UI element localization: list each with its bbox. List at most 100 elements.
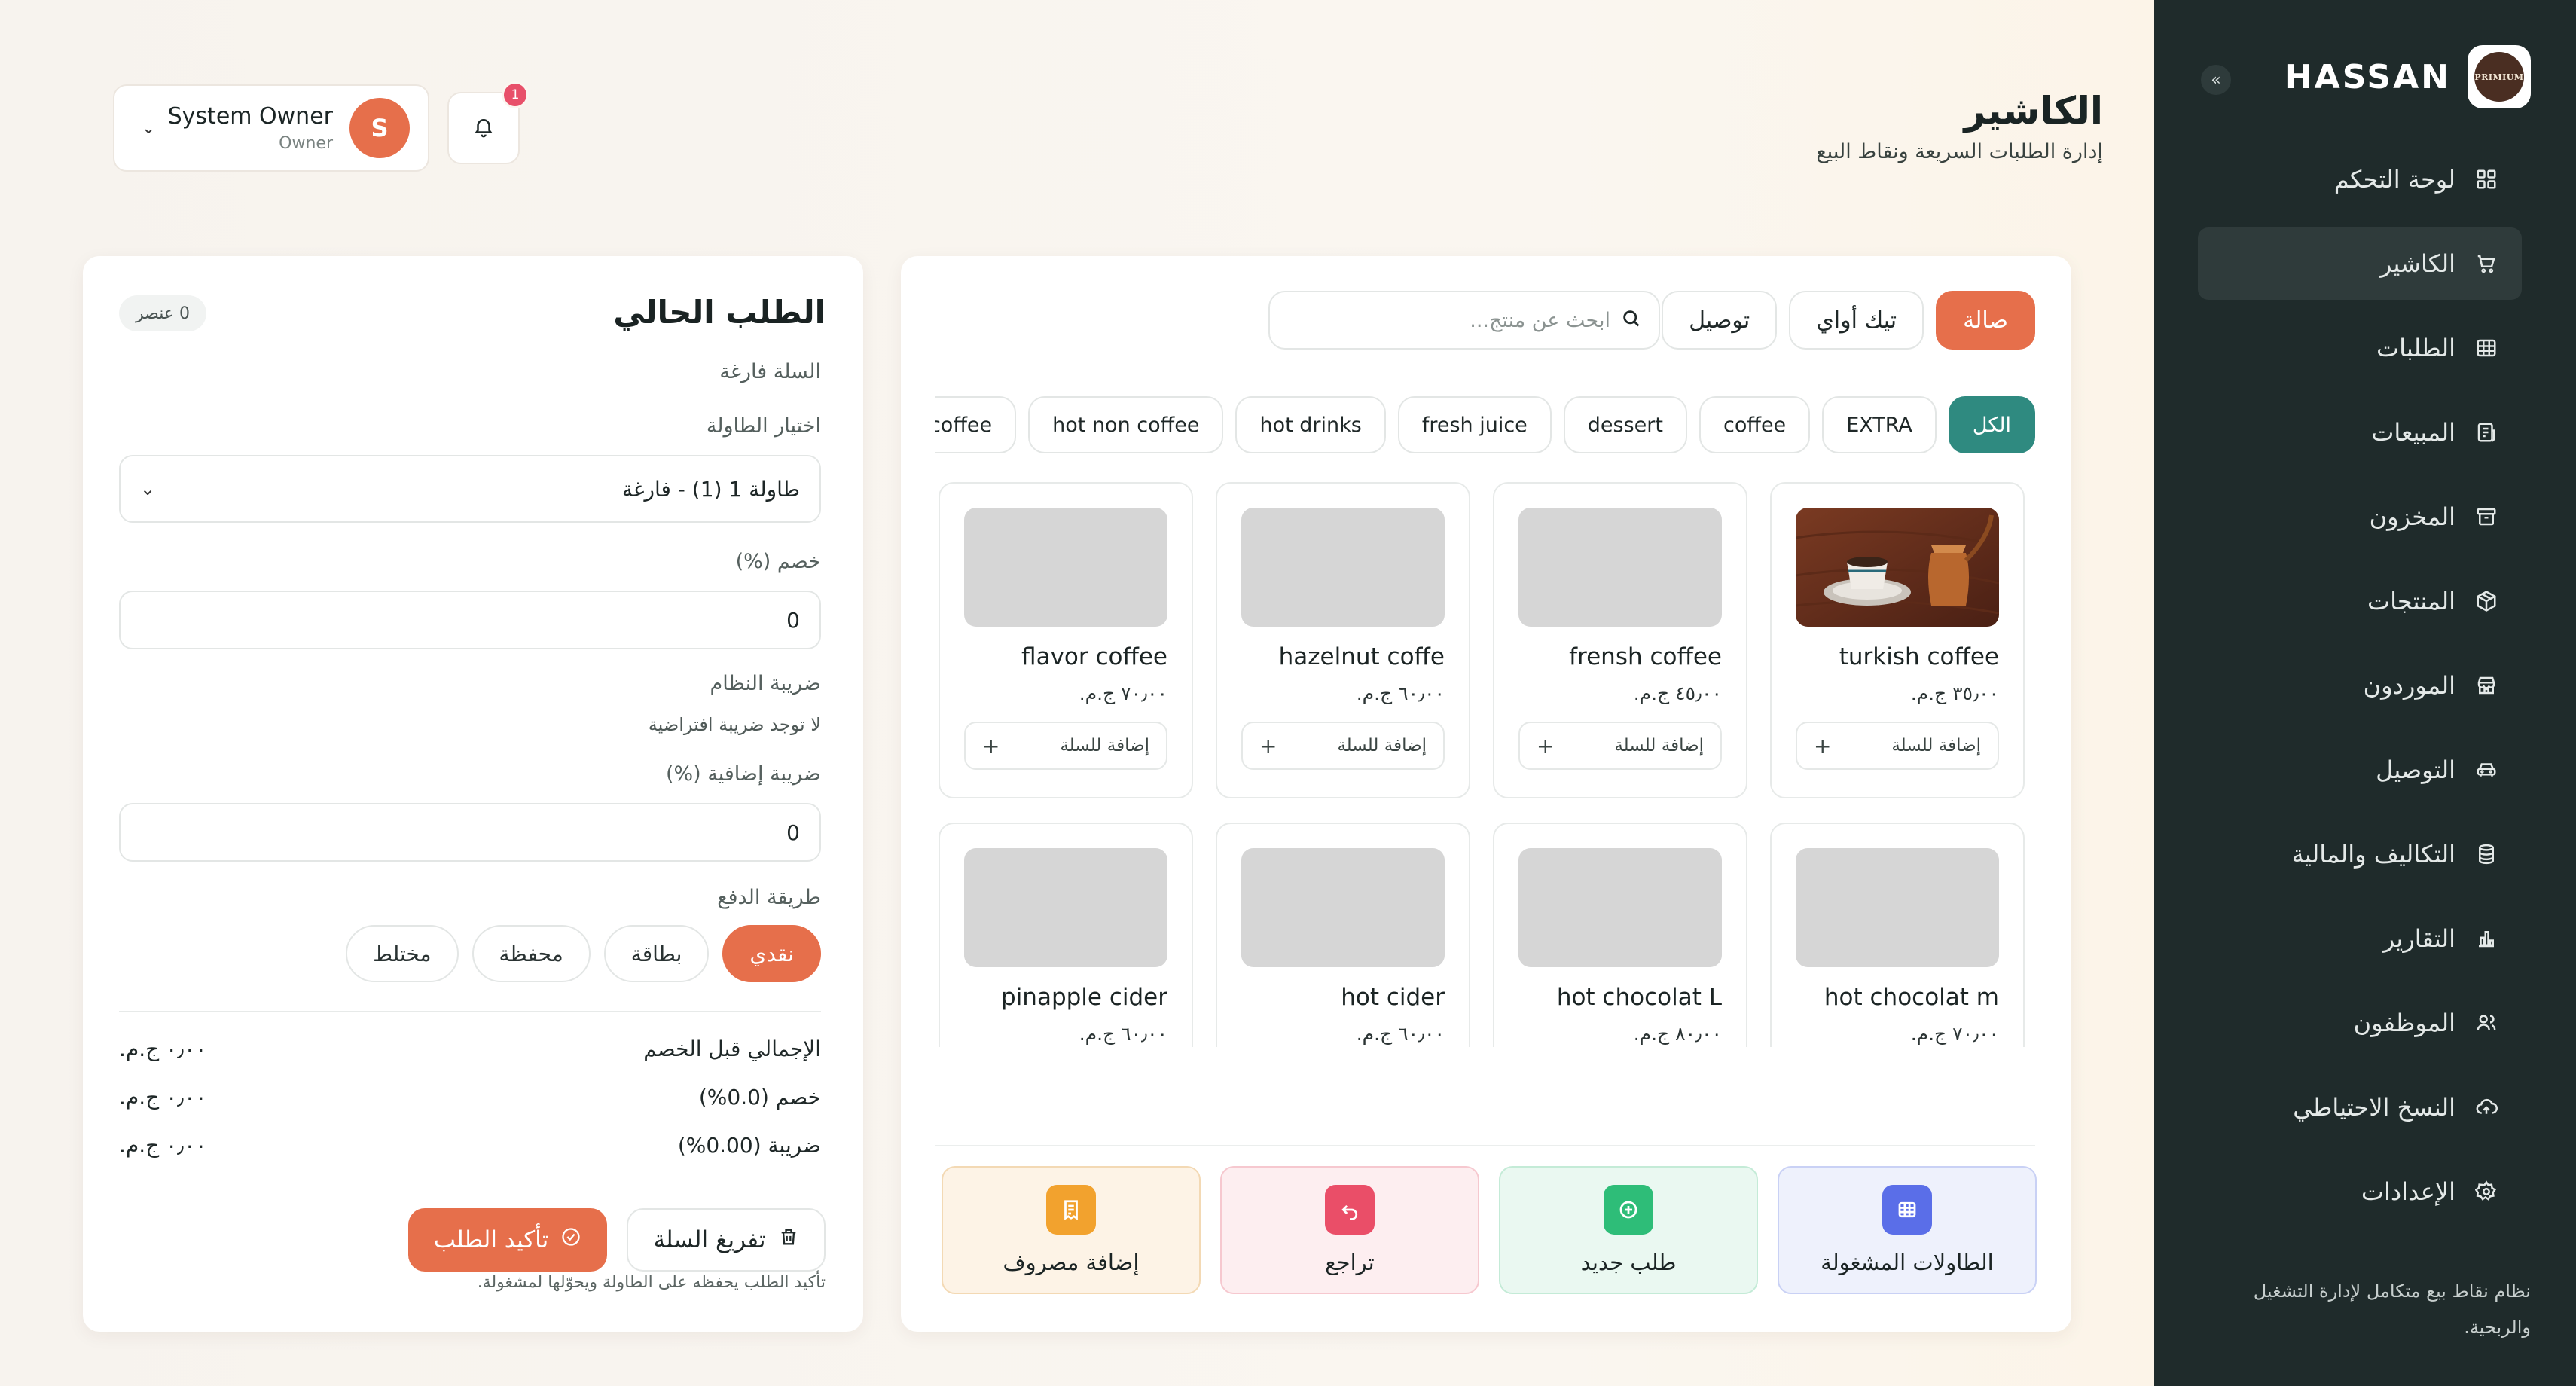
summary-tax-row: ضريبة (0.00%) ٠٫٠٠ ج.م.: [119, 1133, 821, 1158]
clear-cart-button[interactable]: تفريغ السلة: [627, 1208, 826, 1272]
confirm-order-label: تأكيد الطلب: [433, 1226, 549, 1253]
add-expense-button[interactable]: إضافة مصروف: [942, 1166, 1201, 1294]
product-search-input[interactable]: [1294, 308, 1610, 332]
summary-subtotal-row: الإجمالي قبل الخصم ٠٫٠٠ ج.م.: [119, 1036, 821, 1061]
brand-logo-mark: PRIMIUM: [2474, 52, 2524, 102]
add-to-cart-button[interactable]: إضافة للسلة +: [1241, 722, 1445, 770]
order-type-dine-in[interactable]: صالة: [1936, 291, 2035, 350]
category-dessert[interactable]: dessert: [1563, 396, 1687, 453]
sidebar-item-finance[interactable]: التكاليف والمالية: [2198, 818, 2522, 890]
trash-icon: [778, 1226, 799, 1253]
quick-action-label: طلب جديد: [1580, 1250, 1677, 1275]
plus-circle-icon: [1604, 1185, 1653, 1235]
sidebar-item-label: الموظفون: [2353, 1009, 2455, 1037]
payment-wallet-button[interactable]: محفظة: [472, 925, 591, 982]
product-card[interactable]: hot chocolat L ٨٠٫٠٠ ج.م. إضافة للسلة +: [1493, 823, 1747, 1047]
payment-cash-button[interactable]: نقدي: [722, 925, 821, 982]
plus-icon: +: [1259, 733, 1277, 759]
table-select[interactable]: ⌄ طاولة 1 (1) - فارغة: [119, 455, 821, 523]
product-card[interactable]: frensh coffee ٤٥٫٠٠ ج.م. إضافة للسلة +: [1493, 482, 1747, 798]
payment-methods: نقدي بطاقة محفظة مختلط: [346, 925, 821, 982]
sidebar-item-label: الكاشير: [2379, 249, 2455, 278]
occupied-tables-button[interactable]: الطاولات المشغولة: [1778, 1166, 2037, 1294]
product-card[interactable]: pinapple cider ٦٠٫٠٠ ج.م. إضافة للسلة +: [939, 823, 1193, 1047]
product-card[interactable]: flavor coffee ٧٠٫٠٠ ج.م. إضافة للسلة +: [939, 482, 1193, 798]
product-card[interactable]: hot chocolat m ٧٠٫٠٠ ج.م. إضافة للسلة +: [1770, 823, 2025, 1047]
product-image-placeholder: [1241, 508, 1445, 627]
orders-icon: [2474, 335, 2499, 361]
products-panel: صالة تيك أواي توصيل الكل EXTRA coffee de…: [901, 256, 2071, 1332]
product-card[interactable]: turkish coffee ٣٥٫٠٠ ج.م. إضافة للسلة +: [1770, 482, 2025, 798]
payment-mixed-button[interactable]: مختلط: [346, 925, 459, 982]
sidebar-item-reports[interactable]: التقارير: [2198, 902, 2522, 975]
category-coffee[interactable]: coffee: [1699, 396, 1811, 453]
order-type-takeaway[interactable]: تيك أواي: [1789, 291, 1924, 350]
notification-count-badge: 1: [502, 81, 529, 108]
product-name: hot cider: [1341, 984, 1445, 1011]
store-icon: [2474, 673, 2499, 698]
sidebar-item-dashboard[interactable]: لوحة التحكم: [2198, 143, 2522, 215]
turkish-coffee-photo: [1796, 508, 1999, 627]
payment-card-button[interactable]: بطاقة: [603, 925, 710, 982]
table-select-value: طاولة 1 (1) - فارغة: [621, 476, 800, 502]
product-name: hot chocolat L: [1556, 984, 1722, 1011]
product-price: ٦٠٫٠٠ ج.م.: [1356, 1023, 1445, 1045]
discount-value: 0: [786, 607, 800, 633]
system-tax-label: ضريبة النظام: [710, 672, 821, 695]
summary-label: خصم (0.0%): [698, 1085, 821, 1110]
category-all[interactable]: الكل: [1948, 396, 2035, 453]
category-non-coffee[interactable]: non coffee: [935, 396, 1017, 453]
user-role: Owner: [279, 134, 333, 153]
order-type-delivery[interactable]: توصيل: [1662, 291, 1778, 350]
category-hot-drinks[interactable]: hot drinks: [1235, 396, 1386, 453]
search-icon: [1621, 308, 1642, 332]
discount-label: خصم (%): [735, 550, 821, 573]
sidebar-item-cashier[interactable]: الكاشير: [2198, 227, 2522, 300]
quick-action-label: إضافة مصروف: [1003, 1250, 1140, 1275]
plus-icon: +: [1537, 733, 1555, 759]
add-to-cart-label: إضافة للسلة: [1337, 736, 1427, 756]
undo-button[interactable]: تراجع: [1220, 1166, 1479, 1294]
items-count-badge: 0 عنصر: [119, 295, 206, 331]
sidebar-description: نظام نقاط بيع متكامل لإدارة التشغيل والر…: [2253, 1281, 2531, 1338]
sidebar-item-suppliers[interactable]: الموردون: [2198, 649, 2522, 722]
confirm-order-button[interactable]: تأكيد الطلب: [408, 1208, 607, 1272]
plus-icon: +: [1814, 733, 1832, 759]
sidebar-item-sales[interactable]: المبيعات: [2198, 396, 2522, 469]
category-fresh-juice[interactable]: fresh juice: [1397, 396, 1552, 453]
sidebar-item-backup[interactable]: النسخ الاحتياطي: [2198, 1071, 2522, 1143]
user-menu[interactable]: ⌄ System Owner Owner S: [113, 84, 429, 172]
category-hot-non-coffee[interactable]: hot non coffee: [1028, 396, 1224, 453]
database-icon: [2474, 841, 2499, 867]
sidebar-item-label: الطلبات: [2376, 334, 2455, 362]
product-card[interactable]: hazelnut coffe ٦٠٫٠٠ ج.م. إضافة للسلة +: [1216, 482, 1470, 798]
quick-actions: الطاولات المشغولة طلب جديد تراجع إضافة م…: [942, 1166, 2037, 1294]
sidebar-item-employees[interactable]: الموظفون: [2198, 987, 2522, 1059]
product-grid: turkish coffee ٣٥٫٠٠ ج.م. إضافة للسلة + …: [935, 482, 2035, 1047]
collapse-sidebar-button[interactable]: «: [2201, 65, 2231, 95]
current-order-panel: الطلب الحالي 0 عنصر السلة فارغة اختيار ا…: [83, 256, 863, 1332]
product-card[interactable]: hot cider ٦٠٫٠٠ ج.م. إضافة للسلة +: [1216, 823, 1470, 1047]
sidebar-item-settings[interactable]: الإعدادات: [2198, 1156, 2522, 1228]
add-to-cart-button[interactable]: إضافة للسلة +: [964, 722, 1167, 770]
add-to-cart-button[interactable]: إضافة للسلة +: [1518, 722, 1722, 770]
product-name: flavor coffee: [1021, 643, 1167, 670]
discount-input[interactable]: 0: [119, 591, 821, 649]
add-to-cart-button[interactable]: إضافة للسلة +: [1796, 722, 1999, 770]
product-price: ٤٥٫٠٠ ج.م.: [1633, 682, 1722, 704]
sidebar-item-inventory[interactable]: المخزون: [2198, 481, 2522, 553]
archive-icon: [2474, 504, 2499, 530]
sidebar-item-products[interactable]: المنتجات: [2198, 565, 2522, 637]
table-icon: [1882, 1185, 1932, 1235]
extra-tax-value: 0: [786, 820, 800, 845]
quick-action-label: تراجع: [1325, 1250, 1375, 1275]
chevron-down-icon: ⌄: [140, 478, 156, 499]
sidebar-item-delivery[interactable]: التوصيل: [2198, 734, 2522, 806]
extra-tax-input[interactable]: 0: [119, 803, 821, 862]
new-order-button[interactable]: طلب جديد: [1499, 1166, 1758, 1294]
product-image-placeholder: [964, 848, 1167, 967]
category-extra[interactable]: EXTRA: [1822, 396, 1937, 453]
sidebar-item-orders[interactable]: الطلبات: [2198, 312, 2522, 384]
summary-value: ٠٫٠٠ ج.م.: [119, 1133, 207, 1158]
sidebar-item-label: المنتجات: [2367, 587, 2455, 615]
